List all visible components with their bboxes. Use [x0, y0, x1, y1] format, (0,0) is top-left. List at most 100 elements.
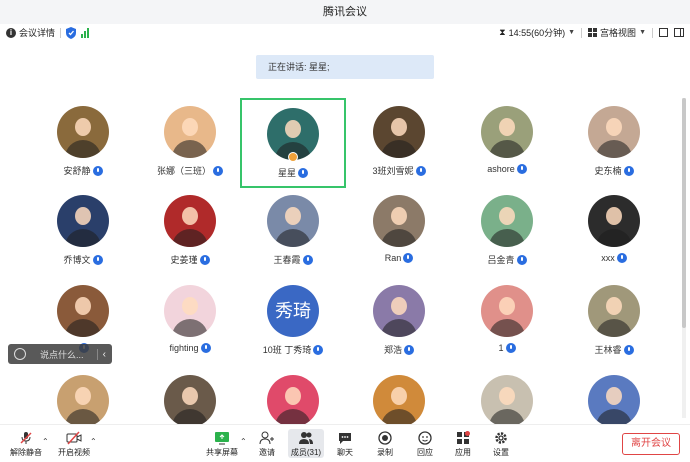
- participant-tile[interactable]: 安舒静: [30, 98, 136, 188]
- share-screen-button[interactable]: 共享屏幕: [200, 429, 244, 458]
- participant-name: fighting: [169, 343, 199, 353]
- host-badge-icon: [288, 152, 298, 162]
- participant-name: 史姜瑾: [170, 255, 198, 265]
- apps-label: 应用: [455, 448, 471, 457]
- chat-placeholder[interactable]: 说点什么...: [40, 348, 84, 361]
- timer-label: 14:55(60分钟): [508, 28, 566, 38]
- participant-tile[interactable]: 张娜（三班）: [137, 98, 243, 188]
- shield-icon[interactable]: [66, 26, 77, 39]
- avatar: [588, 106, 640, 158]
- avatar: [267, 195, 319, 247]
- apps-button[interactable]: 应用: [446, 429, 480, 458]
- speaking-indicator: 正在讲话: 星星;: [256, 55, 434, 79]
- avatar: [164, 106, 216, 158]
- share-label: 共享屏幕: [206, 448, 238, 457]
- divider: [652, 27, 653, 38]
- participant-tile[interactable]: xxx: [561, 187, 667, 277]
- divider: [581, 27, 583, 38]
- sidebar-toggle-icon[interactable]: [674, 28, 684, 37]
- chat-button[interactable]: 聊天: [328, 429, 362, 458]
- quick-chat-box[interactable]: 说点什么... ‹: [8, 344, 112, 364]
- participant-name: 王春霞: [273, 255, 301, 265]
- mic-status-icon: [516, 164, 527, 174]
- record-label: 录制: [377, 448, 393, 457]
- reaction-button[interactable]: 回应: [408, 429, 442, 458]
- participant-tile[interactable]: Ran: [346, 187, 452, 277]
- video-label: 开启视频: [58, 448, 90, 457]
- timer-button[interactable]: ⧗ 14:55(60分钟) ▼: [499, 26, 575, 39]
- avatar: [57, 106, 109, 158]
- participant-name: ashore: [487, 164, 515, 174]
- participant-name: 张娜（三班）: [156, 166, 211, 176]
- participant-tile[interactable]: 史东楠: [561, 98, 667, 188]
- participant-name-line: 1: [454, 343, 560, 353]
- participant-tile[interactable]: 郑浩: [346, 277, 452, 367]
- settings-button[interactable]: 设置: [484, 429, 518, 458]
- divider: [60, 27, 62, 38]
- avatar: [481, 375, 533, 427]
- start-video-button[interactable]: 开启视频: [54, 429, 94, 458]
- participant-tile[interactable]: ashore: [454, 98, 560, 188]
- invite-button[interactable]: 邀请: [250, 429, 284, 458]
- participant-tile[interactable]: 3班刘雪妮: [346, 98, 452, 188]
- video-options-chevron-icon[interactable]: ⌃: [90, 437, 97, 446]
- mic-status-icon: [92, 255, 103, 265]
- participant-name-line: 乔博文: [30, 253, 136, 266]
- reaction-icon: [408, 429, 442, 447]
- participant-name-line: 郑浩: [346, 343, 452, 356]
- participant-tile[interactable]: 星星: [240, 98, 346, 188]
- view-switch-button[interactable]: 宫格视图 ▼: [588, 26, 646, 39]
- fullscreen-icon[interactable]: [659, 28, 668, 37]
- mic-status-icon: [516, 255, 527, 265]
- grid-view-icon: [588, 28, 598, 37]
- participant-tile[interactable]: 吕金青: [454, 187, 560, 277]
- participant-name-line: fighting: [137, 343, 243, 353]
- chat-label: 聊天: [337, 448, 353, 457]
- share-options-chevron-icon[interactable]: ⌃: [240, 437, 247, 446]
- scrollbar[interactable]: [682, 98, 686, 418]
- avatar: [57, 285, 109, 337]
- mic-status-icon: [298, 168, 308, 178]
- participant-tile[interactable]: fighting: [137, 277, 243, 367]
- mic-status-icon: [623, 166, 634, 176]
- participant-name-line: 安舒静: [30, 164, 136, 177]
- add-user-icon: [250, 429, 284, 447]
- avatar: [588, 195, 640, 247]
- notification-dot: [465, 431, 470, 436]
- scrollbar-thumb[interactable]: [682, 98, 686, 328]
- mic-muted-icon: [6, 429, 46, 447]
- meeting-info-button[interactable]: i 会议详情: [6, 26, 55, 39]
- mic-status-icon: [403, 253, 414, 263]
- participant-tile[interactable]: 王春霞: [240, 187, 346, 277]
- chat-icon: [328, 429, 362, 447]
- record-icon: [368, 429, 402, 447]
- participant-name: 吕金青: [487, 255, 515, 265]
- share-screen-icon: [200, 429, 244, 447]
- mic-status-icon: [302, 255, 313, 265]
- members-button[interactable]: 成员(31): [288, 429, 324, 458]
- participant-tile[interactable]: 王林睿: [561, 277, 667, 367]
- record-button[interactable]: 录制: [368, 429, 402, 458]
- participant-tile[interactable]: 乔博文: [30, 187, 136, 277]
- avatar: [373, 285, 425, 337]
- participant-tile[interactable]: 1: [454, 277, 560, 367]
- members-icon: [288, 429, 324, 447]
- mic-status-icon: [313, 345, 324, 355]
- signal-icon[interactable]: [81, 27, 90, 38]
- avatar: [373, 106, 425, 158]
- audio-options-chevron-icon[interactable]: ⌃: [42, 437, 49, 446]
- avatar: [481, 285, 533, 337]
- window-title: 腾讯会议: [0, 0, 690, 24]
- participant-name-line: 张娜（三班）: [137, 164, 243, 177]
- mic-status-icon: [200, 343, 211, 353]
- unmute-button[interactable]: 解除静音: [6, 429, 46, 458]
- leave-meeting-button[interactable]: 离开会议: [622, 433, 680, 455]
- collapse-chevron-icon[interactable]: ‹: [96, 348, 106, 360]
- participant-tile[interactable]: 秀琦 10班 丁秀琦: [240, 277, 346, 367]
- avatar: [588, 375, 640, 427]
- settings-label: 设置: [493, 448, 509, 457]
- participant-tile[interactable]: 史姜瑾: [137, 187, 243, 277]
- avatar: [164, 285, 216, 337]
- avatar: [267, 375, 319, 427]
- emoji-icon[interactable]: [14, 348, 26, 360]
